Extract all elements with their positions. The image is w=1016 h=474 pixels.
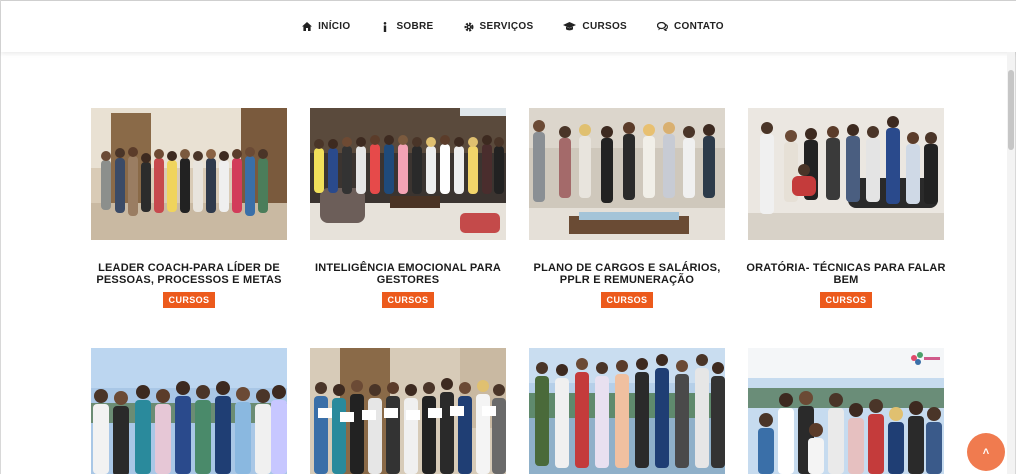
category-tag[interactable]: CURSOS	[162, 292, 216, 308]
course-photo-inteligencia-emocional[interactable]	[310, 108, 506, 240]
chevron-up-icon: ˄	[982, 446, 990, 458]
nav-item-sobre[interactable]: SOBRE	[380, 21, 433, 32]
course-photo[interactable]	[748, 348, 944, 474]
course-photo[interactable]	[529, 348, 725, 474]
course-grid: LEADER COACH-PARA LÍDER DE PESSOAS, PROC…	[91, 108, 947, 308]
nav-label-cursos: CURSOS	[582, 21, 628, 32]
course-photo[interactable]	[310, 348, 506, 474]
nav-label-inicio: INÍCIO	[318, 21, 351, 32]
course-photo-plano-de-cargos[interactable]	[529, 108, 725, 240]
course-photo-leader-coach[interactable]	[91, 108, 287, 240]
category-tag[interactable]: CURSOS	[600, 292, 654, 308]
nav-menu: INÍCIO SOBRE SERVIÇOS CURSOS CONTATO	[302, 21, 724, 32]
course-card-oratoria[interactable]: ORATÓRIA- TÉCNICAS PARA FALAR BEM CURSOS	[746, 108, 945, 308]
scrollbar-thumb[interactable]	[1008, 70, 1014, 150]
graduation-cap-icon	[563, 22, 577, 32]
back-to-top-button[interactable]: ˄	[967, 433, 1005, 471]
nav-item-contato[interactable]: CONTATO	[657, 21, 724, 32]
nav-item-cursos[interactable]: CURSOS	[563, 21, 627, 32]
page: INÍCIO SOBRE SERVIÇOS CURSOS CONTATO LEA…	[0, 0, 1016, 474]
course-grid-row-2	[91, 348, 944, 474]
course-card[interactable]	[91, 348, 287, 474]
course-card[interactable]	[310, 348, 506, 474]
nav-item-servicos[interactable]: SERVIÇOS	[464, 21, 534, 32]
course-title[interactable]: PLANO DE CARGOS E SALÁRIOS, PPLR E REMUN…	[524, 262, 730, 286]
home-icon	[302, 22, 313, 32]
nav-label-contato: CONTATO	[674, 21, 724, 32]
course-photo-oratoria[interactable]	[748, 108, 944, 240]
scrollbar[interactable]	[1007, 52, 1015, 474]
category-tag[interactable]: CURSOS	[819, 292, 873, 308]
course-title[interactable]: LEADER COACH-PARA LÍDER DE PESSOAS, PROC…	[86, 262, 292, 286]
course-card-leader-coach[interactable]: LEADER COACH-PARA LÍDER DE PESSOAS, PROC…	[91, 108, 287, 308]
nav-label-sobre: SOBRE	[396, 21, 434, 32]
course-card-inteligencia-emocional[interactable]: INTELIGÊNCIA EMOCIONAL PARA GESTORES CUR…	[310, 108, 506, 308]
course-title[interactable]: ORATÓRIA- TÉCNICAS PARA FALAR BEM	[743, 262, 949, 286]
category-tag[interactable]: CURSOS	[381, 292, 435, 308]
nav-item-inicio[interactable]: INÍCIO	[302, 21, 350, 32]
chat-bubbles-icon	[657, 22, 668, 32]
nav-label-servicos: SERVIÇOS	[479, 21, 534, 32]
course-card[interactable]	[529, 348, 725, 474]
course-card[interactable]	[748, 348, 944, 474]
info-icon	[380, 21, 390, 32]
gear-icon	[464, 21, 474, 32]
course-photo[interactable]	[91, 348, 287, 474]
course-title[interactable]: INTELIGÊNCIA EMOCIONAL PARA GESTORES	[305, 262, 511, 286]
top-navbar: INÍCIO SOBRE SERVIÇOS CURSOS CONTATO	[1, 0, 1016, 52]
course-card-plano-de-cargos[interactable]: PLANO DE CARGOS E SALÁRIOS, PPLR E REMUN…	[529, 108, 725, 308]
